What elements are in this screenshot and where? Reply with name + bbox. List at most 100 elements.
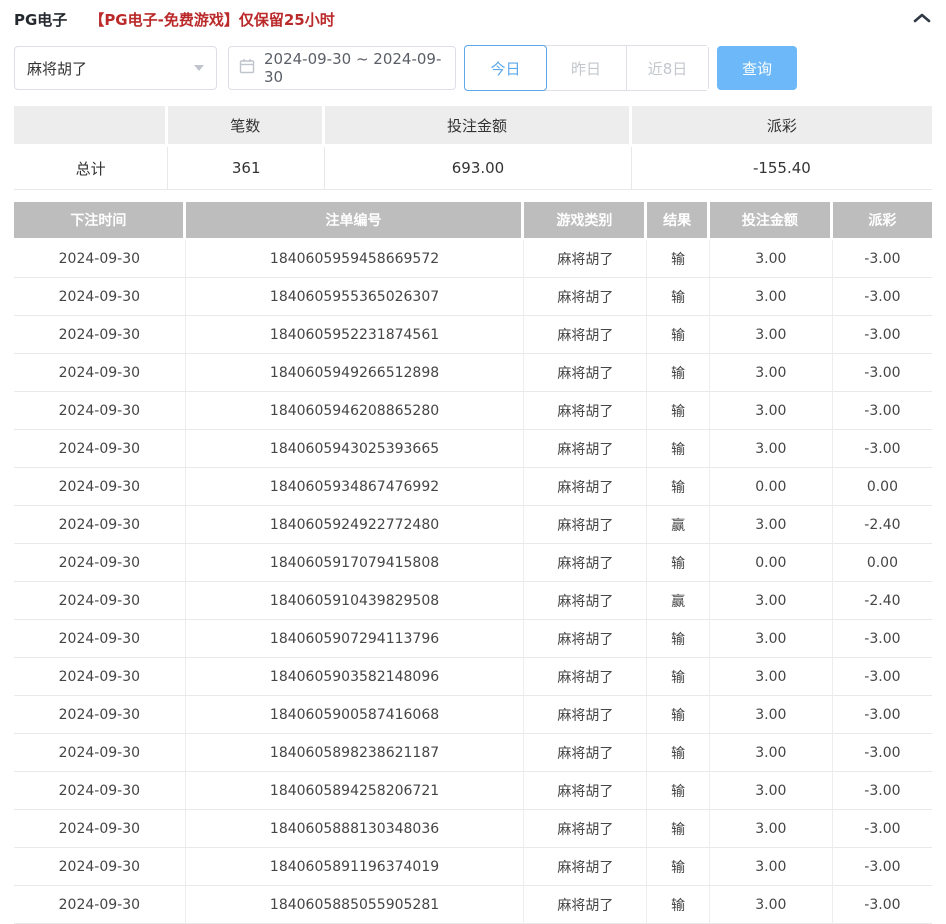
cell-payout: -3.00 — [832, 696, 932, 734]
cell-bet-id: 1840605924922772480 — [185, 506, 525, 544]
game-select[interactable]: 麻将胡了 — [14, 46, 217, 90]
cell-game-type: 麻将胡了 — [524, 810, 648, 848]
col-header-game-type: 游戏类别 — [524, 202, 648, 240]
table-row: 2024-09-30 1840605907294113796 麻将胡了 输 3.… — [14, 620, 932, 658]
cell-bet-id: 1840605946208865280 — [185, 392, 525, 430]
chevron-up-icon — [912, 11, 932, 28]
table-row: 2024-09-30 1840605898238621187 麻将胡了 输 3.… — [14, 734, 932, 772]
records-body: 2024-09-30 1840605959458669572 麻将胡了 输 3.… — [14, 240, 932, 924]
cell-game-type: 麻将胡了 — [524, 468, 648, 506]
quick-button-today[interactable]: 今日 — [464, 45, 547, 91]
cell-bet-time: 2024-09-30 — [14, 392, 186, 430]
cell-game-type: 麻将胡了 — [524, 772, 648, 810]
cell-bet-id: 1840605943025393665 — [185, 430, 525, 468]
cell-payout: 0.00 — [832, 544, 932, 582]
cell-bet-time: 2024-09-30 — [14, 354, 186, 392]
cell-payout: -3.00 — [832, 658, 932, 696]
table-row: 2024-09-30 1840605924922772480 麻将胡了 赢 3.… — [14, 506, 932, 544]
cell-bet-id: 1840605934867476992 — [185, 468, 525, 506]
cell-payout: 0.00 — [832, 468, 932, 506]
collapse-button[interactable] — [912, 11, 932, 28]
summary-header-blank — [14, 106, 169, 147]
quick-button-last8days[interactable]: 近8日 — [627, 46, 708, 90]
cell-payout: -3.00 — [832, 810, 932, 848]
cell-result: 输 — [647, 886, 710, 924]
cell-bet-amount: 3.00 — [709, 810, 833, 848]
cell-bet-time: 2024-09-30 — [14, 848, 186, 886]
cell-bet-time: 2024-09-30 — [14, 658, 186, 696]
summary-total-payout: -155.40 — [631, 147, 932, 190]
summary-header-payout: 派彩 — [631, 106, 932, 147]
cell-result: 输 — [647, 316, 710, 354]
cell-bet-id: 1840605910439829508 — [185, 582, 525, 620]
table-row: 2024-09-30 1840605955365026307 麻将胡了 输 3.… — [14, 278, 932, 316]
cell-result: 输 — [647, 354, 710, 392]
cell-bet-amount: 0.00 — [709, 544, 833, 582]
cell-result: 输 — [647, 544, 710, 582]
cell-bet-id: 1840605959458669572 — [185, 240, 525, 278]
cell-result: 输 — [647, 658, 710, 696]
cell-result: 赢 — [647, 506, 710, 544]
cell-payout: -2.40 — [832, 506, 932, 544]
cell-payout: -3.00 — [832, 886, 932, 924]
cell-bet-amount: 3.00 — [709, 696, 833, 734]
cell-bet-amount: 3.00 — [709, 734, 833, 772]
cell-bet-id: 1840605898238621187 — [185, 734, 525, 772]
cell-bet-amount: 3.00 — [709, 582, 833, 620]
cell-payout: -3.00 — [832, 278, 932, 316]
query-button[interactable]: 查询 — [717, 46, 797, 90]
cell-payout: -2.40 — [832, 582, 932, 620]
table-row: 2024-09-30 1840605900587416068 麻将胡了 输 3.… — [14, 696, 932, 734]
cell-payout: -3.00 — [832, 240, 932, 278]
cell-bet-amount: 3.00 — [709, 430, 833, 468]
cell-game-type: 麻将胡了 — [524, 544, 648, 582]
col-header-payout: 派彩 — [832, 202, 932, 240]
cell-bet-id: 1840605885055905281 — [185, 886, 525, 924]
cell-payout: -3.00 — [832, 848, 932, 886]
cell-bet-id: 1840605891196374019 — [185, 848, 525, 886]
cell-bet-amount: 3.00 — [709, 392, 833, 430]
cell-bet-time: 2024-09-30 — [14, 316, 186, 354]
cell-bet-time: 2024-09-30 — [14, 430, 186, 468]
cell-bet-time: 2024-09-30 — [14, 810, 186, 848]
cell-result: 输 — [647, 620, 710, 658]
cell-game-type: 麻将胡了 — [524, 734, 648, 772]
cell-game-type: 麻将胡了 — [524, 848, 648, 886]
cell-bet-time: 2024-09-30 — [14, 506, 186, 544]
cell-game-type: 麻将胡了 — [524, 316, 648, 354]
col-header-result: 结果 — [647, 202, 710, 240]
cell-bet-amount: 3.00 — [709, 278, 833, 316]
cell-bet-amount: 0.00 — [709, 468, 833, 506]
cell-bet-amount: 3.00 — [709, 316, 833, 354]
quick-button-yesterday[interactable]: 昨日 — [546, 46, 627, 90]
cell-bet-amount: 3.00 — [709, 886, 833, 924]
cell-bet-time: 2024-09-30 — [14, 468, 186, 506]
cell-game-type: 麻将胡了 — [524, 430, 648, 468]
cell-result: 输 — [647, 696, 710, 734]
retention-notice: 【PG电子-免费游戏】仅保留25小时 — [89, 11, 335, 29]
table-row: 2024-09-30 1840605946208865280 麻将胡了 输 3.… — [14, 392, 932, 430]
cell-game-type: 麻将胡了 — [524, 696, 648, 734]
summary-table: 笔数 投注金额 派彩 总计 361 693.00 -155.40 — [14, 106, 932, 190]
cell-game-type: 麻将胡了 — [524, 886, 648, 924]
cell-bet-amount: 3.00 — [709, 658, 833, 696]
cell-bet-time: 2024-09-30 — [14, 620, 186, 658]
cell-bet-id: 1840605917079415808 — [185, 544, 525, 582]
table-row: 2024-09-30 1840605910439829508 麻将胡了 赢 3.… — [14, 582, 932, 620]
cell-bet-time: 2024-09-30 — [14, 696, 186, 734]
cell-bet-amount: 3.00 — [709, 620, 833, 658]
cell-bet-time: 2024-09-30 — [14, 772, 186, 810]
summary-header-row: 笔数 投注金额 派彩 — [14, 106, 932, 147]
table-row: 2024-09-30 1840605888130348036 麻将胡了 输 3.… — [14, 810, 932, 848]
cell-result: 输 — [647, 468, 710, 506]
table-row: 2024-09-30 1840605934867476992 麻将胡了 输 0.… — [14, 468, 932, 506]
cell-bet-amount: 3.00 — [709, 506, 833, 544]
col-header-bet-amount: 投注金额 — [709, 202, 833, 240]
cell-result: 输 — [647, 734, 710, 772]
date-range-input[interactable]: 2024-09-30 ~ 2024-09-30 — [228, 46, 456, 90]
cell-bet-id: 1840605894258206721 — [185, 772, 525, 810]
cell-payout: -3.00 — [832, 316, 932, 354]
cell-game-type: 麻将胡了 — [524, 658, 648, 696]
cell-bet-time: 2024-09-30 — [14, 886, 186, 924]
chevron-down-icon — [194, 65, 204, 71]
